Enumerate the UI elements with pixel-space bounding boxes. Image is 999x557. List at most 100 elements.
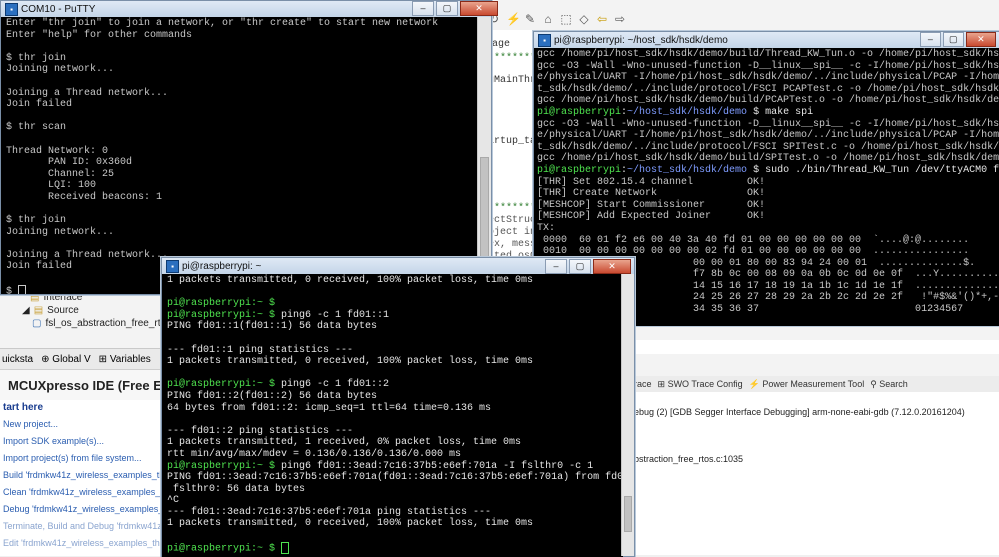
terminal-line: [THR] Set 802.15.4 channel OK! [537, 176, 766, 188]
terminal-line: Joining network... [6, 226, 115, 238]
terminal-text: PING fd01::2(fd01::2) 56 data bytes [167, 390, 378, 402]
tab-label: Global V [52, 353, 91, 365]
quickstart-link[interactable]: Clean 'frdmkw41z_wireless_examples_thre [0, 484, 165, 501]
quickstart-title-text: MCUXpresso IDE (Free Editic [8, 377, 165, 393]
tab-variables[interactable]: ⊞ Variables [99, 354, 151, 365]
terminal-line: pi@raspberrypi:~ $ [167, 298, 623, 310]
tree-item-file[interactable]: ▢ fsl_os_abstraction_free_rtos.c [32, 318, 179, 329]
prompt-user: pi@raspberrypi [537, 106, 622, 118]
folder-open-icon: ▤ [33, 305, 44, 316]
prompt: pi@raspberrypi:~ $ [167, 309, 282, 321]
window-title: pi@raspberrypi: ~/host_sdk/hsdk/demo [554, 34, 728, 46]
quickstart-link[interactable]: Edit 'frdmkw41z_wireless_examples_thr [0, 535, 165, 552]
quickstart-link[interactable]: Import SDK example(s)... [0, 433, 165, 450]
terminal-line: e/physical/UART -I/home/pi/host_sdk/hsdk… [537, 72, 999, 84]
code-stars: ********* [488, 53, 534, 64]
terminal-text: ping6 fd01::3ead:7c16:37b5:e6ef:701a -I … [281, 460, 594, 472]
maximize-button[interactable]: ▢ [942, 32, 964, 47]
window-controls: ‒ ▢ ✕ [545, 259, 631, 274]
tab-label: Search [879, 378, 908, 389]
close-button[interactable]: ✕ [460, 1, 498, 16]
putty-terminal[interactable]: Enter "thr join" to join a network, or "… [1, 17, 480, 294]
ping-terminal-window: ▪ pi@raspberrypi: ~ ‒ ▢ ✕ 1 packets tran… [161, 257, 635, 557]
window-title: COM10 - PuTTY [21, 3, 96, 15]
scrollbar-thumb[interactable] [624, 496, 632, 532]
terminal-text: --- fd01::1 ping statistics --- [167, 344, 354, 356]
code-line: gMainThr [488, 75, 534, 86]
terminal-line: 64 bytes from fd01::2: icmp_seq=1 ttl=64… [167, 403, 623, 415]
maximize-button[interactable]: ▢ [436, 1, 458, 16]
terminal-line: gcc -O3 -Wall -Wno-unused-function -D__l… [537, 60, 999, 72]
terminal-line: pi@raspberrypi:~ $ [167, 541, 623, 554]
quickstart-link[interactable]: Import project(s) from file system... [0, 450, 165, 467]
terminal-line: ^C [167, 495, 623, 507]
terminal-text: rtt min/avg/max/mdev = 0.136/0.136/0.136… [167, 448, 462, 460]
tab-global-variables[interactable]: ⊕ Global V [41, 354, 91, 365]
terminal-line: Channel: 25 [6, 168, 115, 180]
ping-terminal[interactable]: 1 packets transmitted, 0 received, 100% … [162, 274, 623, 557]
terminal-line: fslthr0: 56 data bytes [167, 484, 623, 496]
console-line: bstraction_free_rtos.c:1035 [634, 454, 744, 464]
terminal-text: ping6 -c 1 fd01::1 [281, 309, 390, 321]
prompt-command: $ sudo ./bin/Thread_KW_Tun /dev/ttyACM0 … [747, 164, 999, 176]
view-tabs: uicksta ⊕ Global V ⊞ Variables [0, 349, 165, 370]
quickstart-section-heading: tart here [3, 402, 44, 413]
tree-item-source[interactable]: ◢ ▤ Source [22, 305, 79, 316]
close-button[interactable]: ✕ [593, 259, 631, 274]
terminal-text: 1 packets transmitted, 1 received, 0% pa… [167, 437, 522, 449]
tree-item-label: fsl_os_abstraction_free_rtos.c [45, 318, 179, 329]
terminal-line: PAN ID: 0x360d [6, 157, 133, 169]
host-window-controls: ‒ ▢ ✕ [920, 32, 996, 47]
terminal-line: PING fd01::1(fd01::1) 56 data bytes [167, 321, 623, 333]
tab-power-measurement[interactable]: ⚡ Power Measurement Tool [749, 379, 865, 390]
terminal-line: gcc /home/pi/host_sdk/hsdk/demo/build/Th… [537, 49, 999, 60]
minimize-button[interactable]: ‒ [412, 1, 434, 16]
terminal-text: 1 packets transmitted, 0 received, 100% … [167, 275, 534, 286]
tab-swo-trace-config[interactable]: ⊞ SWO Trace Config [658, 379, 743, 390]
terminal-app-icon: ▪ [538, 33, 551, 47]
terminal-text: fslthr0: 56 data bytes [167, 483, 306, 495]
terminal-line: pi@raspberrypi:~/host_sdk/hsdk/demo $ ma… [537, 107, 999, 119]
tab-quickstart[interactable]: uicksta [2, 354, 33, 365]
close-button[interactable]: ✕ [965, 32, 996, 47]
tab-trace[interactable]: race [634, 379, 652, 389]
expand-arrow-icon[interactable]: ◢ [22, 305, 30, 316]
tab-label: Variables [109, 353, 151, 365]
maximize-button[interactable]: ▢ [569, 259, 591, 274]
putty-scrollbar[interactable] [477, 17, 491, 293]
quickstart-link[interactable]: Terminate, Build and Debug 'frdmkw41z_ [0, 518, 165, 535]
putty-window: ▪ COM10 - PuTTY Enter "thr join" to join… [0, 0, 492, 295]
terminal-line: Joining a Thread network... [6, 87, 169, 99]
terminal-line: rtt min/avg/max/mdev = 0.136/0.136/0.136… [167, 449, 623, 461]
terminal-line: Thread Network: 0 [6, 145, 109, 157]
tab-label: Power Measurement Tool [762, 378, 865, 389]
tree-item-label: Source [47, 305, 79, 316]
minimize-button[interactable]: ‒ [545, 259, 567, 274]
code-line: artup_ta [488, 136, 534, 147]
terminal-cursor [281, 541, 290, 554]
putty-window-controls: ‒ ▢ ✕ [412, 1, 996, 16]
quickstart-link[interactable]: Debug 'frdmkw41z_wireless_examples_th [0, 501, 165, 518]
terminal-line: --- fd01::2 ping statistics --- [167, 426, 623, 438]
ping-scrollbar[interactable] [621, 274, 634, 556]
terminal-line: [MESHCOP] Start Commissioner OK! [537, 199, 766, 211]
terminal-text: ping6 -c 1 fd01::2 [281, 379, 390, 391]
quickstart-link[interactable]: Build 'frdmkw41z_wireless_examples_thre [0, 467, 165, 484]
minimize-button[interactable]: ‒ [920, 32, 941, 47]
ping-titlebar[interactable]: ▪ pi@raspberrypi: ~ ‒ ▢ ✕ [162, 258, 634, 274]
putty-app-icon: ▪ [5, 2, 18, 16]
tab-search[interactable]: ⚲ Search [870, 379, 908, 390]
editor-bottom-fragment: ************************* */ [634, 340, 999, 354]
scrollbar-thumb[interactable] [480, 157, 489, 271]
terminal-line: gcc -O3 -Wall -Wno-unused-function -D__l… [537, 118, 999, 130]
terminal-line: [MESHCOP] Add Expected Joiner OK! [537, 211, 766, 223]
console-line: ebug (2) [GDB Segger Interface Debugging… [634, 407, 965, 417]
terminal-line: t_sdk/hsdk/demo/../include/protocol/FSCI… [537, 83, 999, 95]
terminal-text: PING fd01::1(fd01::1) 56 data bytes [167, 321, 378, 333]
quickstart-link[interactable]: New project... [0, 416, 165, 433]
terminal-text: ^C [167, 495, 180, 507]
